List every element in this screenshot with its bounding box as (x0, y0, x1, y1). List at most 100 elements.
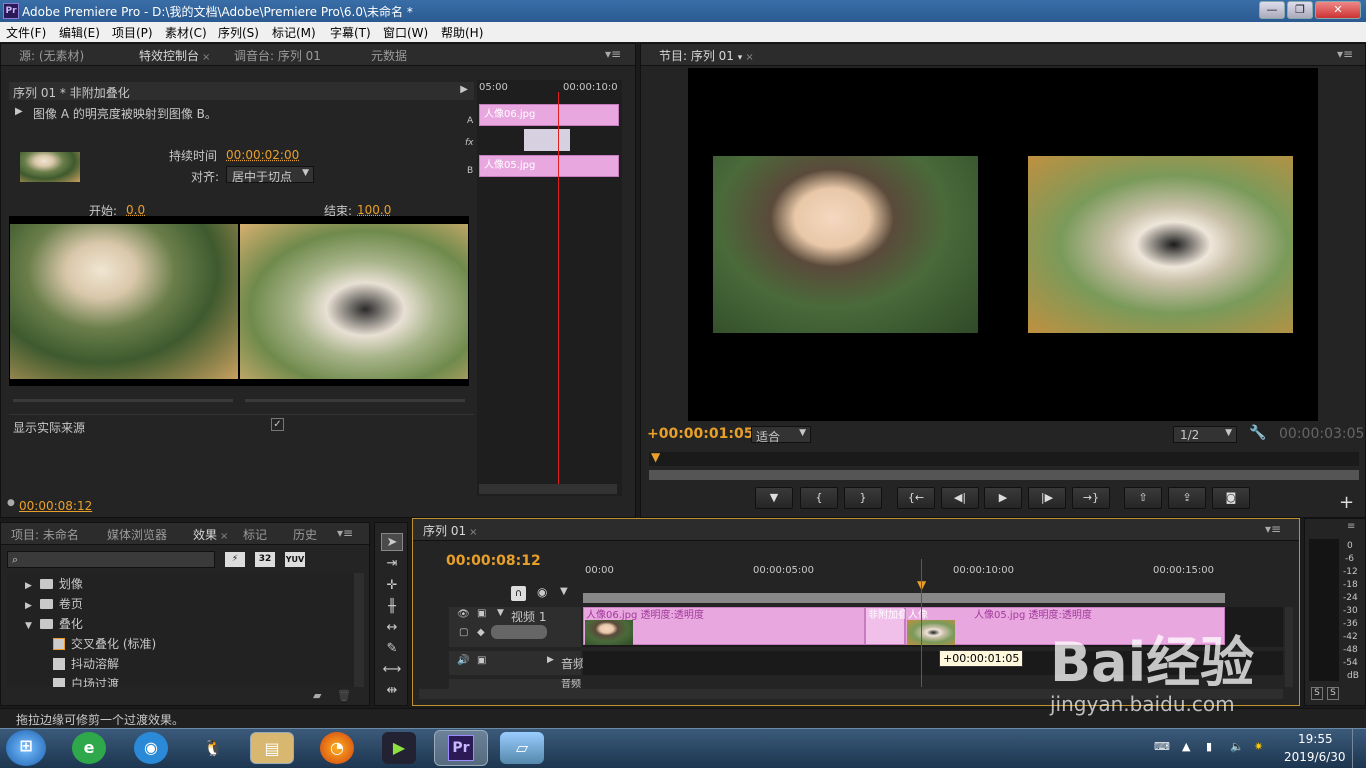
file-explorer-icon[interactable]: ▤ (250, 732, 294, 764)
start-value[interactable]: 0.0 (126, 203, 145, 217)
transition-clip[interactable]: 非附加叠化 (865, 607, 918, 645)
close-tab-icon[interactable]: × (469, 527, 477, 538)
video-app-icon[interactable]: ▶ (382, 732, 416, 764)
mark-out-button[interactable]: } (844, 487, 882, 509)
firefox-icon[interactable]: ◔ (320, 732, 354, 764)
program-ruler[interactable]: ▼ (649, 450, 1359, 466)
app-taskbar-icon[interactable]: ▱ (500, 732, 544, 764)
step-forward-button[interactable]: |▶ (1028, 487, 1066, 509)
qq-icon[interactable]: 🐧 (196, 732, 230, 764)
clock-time[interactable]: 19:55 (1298, 732, 1333, 746)
tab-metadata[interactable]: 元数据 (371, 47, 407, 64)
effect-timecode[interactable]: 00:00:08:12 (19, 499, 92, 513)
tray-chevron-icon[interactable]: ▲ (1182, 740, 1190, 753)
lift-button[interactable]: ⇧ (1124, 487, 1162, 509)
effects-scrollbar[interactable] (354, 573, 364, 687)
zoom-dropdown[interactable]: 适合 ▼ (751, 426, 811, 444)
menu-file[interactable]: 文件(F) (6, 24, 46, 41)
tab-sequence[interactable]: 序列 01 × (423, 522, 477, 539)
rate-stretch-tool-icon[interactable]: ↔ (381, 619, 403, 637)
end-value[interactable]: 100.0 (357, 203, 391, 217)
mini-scrollbar[interactable] (479, 484, 617, 494)
menu-edit[interactable]: 编辑(E) (59, 24, 100, 41)
effects-search-input[interactable]: ⌕ (7, 551, 215, 568)
volume-icon[interactable]: 🔈 (1230, 740, 1244, 753)
step-back-button[interactable]: ◀| (941, 487, 979, 509)
start-button[interactable]: ⊞ (6, 730, 46, 766)
solo-left-button[interactable]: S (1311, 687, 1323, 700)
align-dropdown[interactable]: 居中于切点 ▼ (226, 166, 314, 184)
mini-clip-b[interactable]: 人像05.jpg (479, 155, 619, 177)
expand-triangle-icon[interactable]: ▶ (15, 106, 23, 117)
start-slider[interactable] (13, 399, 233, 402)
tab-audio-mixer[interactable]: 调音台: 序列 01 (234, 47, 321, 64)
ripple-edit-tool-icon[interactable]: ✛ (381, 577, 403, 595)
display-style-icon[interactable]: ▢ (459, 627, 468, 638)
resolution-dropdown[interactable]: 1/2 ▼ (1173, 426, 1237, 443)
ie-browser-icon[interactable]: e (72, 732, 106, 764)
yuv-effects-icon[interactable]: YUV (285, 552, 305, 567)
tab-effect-controls[interactable]: 特效控制台 × (139, 47, 210, 64)
menu-window[interactable]: 窗口(W) (383, 24, 428, 41)
end-slider[interactable] (245, 399, 465, 402)
solo-right-button[interactable]: S (1327, 687, 1339, 700)
tree-item-page-peel[interactable]: ▶ 卷页 (25, 595, 83, 612)
panel-menu-icon[interactable]: ▾≡ (1265, 522, 1281, 536)
network-icon[interactable]: ✷ (1254, 740, 1263, 753)
mark-in-button[interactable]: { (800, 487, 838, 509)
export-frame-button[interactable]: ◙ (1212, 487, 1250, 509)
tree-item-dip-to-white[interactable]: 白场过渡 (53, 675, 119, 687)
close-tab-icon[interactable]: × (202, 52, 210, 63)
panel-menu-icon[interactable]: ▾≡ (605, 47, 621, 61)
tree-item-dither-dissolve[interactable]: 抖动溶解 (53, 655, 119, 672)
tab-effects[interactable]: 效果 × (193, 526, 228, 543)
close-button[interactable]: ✕ (1315, 1, 1361, 19)
close-tab-icon[interactable]: × (220, 531, 228, 542)
show-source-checkbox[interactable]: ✓ (271, 418, 284, 431)
tab-source[interactable]: 源: (无素材) (19, 47, 84, 64)
tab-media-browser[interactable]: 媒体浏览器 (107, 526, 167, 543)
timeline-timecode[interactable]: 00:00:08:12 (446, 553, 541, 569)
wrench-icon[interactable]: 🔧 (1249, 425, 1266, 441)
premiere-taskbar-button[interactable]: Pr (434, 730, 488, 766)
delete-icon[interactable]: 🗑 (337, 689, 351, 702)
menu-title[interactable]: 字幕(T) (330, 24, 371, 41)
add-marker-icon[interactable]: ▼ (560, 586, 568, 597)
timeline-playhead-line[interactable] (921, 559, 922, 687)
mini-clip-a[interactable]: 人像06.jpg (479, 104, 619, 126)
panel-menu-icon[interactable]: ▾≡ (337, 526, 353, 540)
keyframe-globe-icon[interactable]: ◉ (537, 585, 547, 599)
panel-menu-icon[interactable]: ▾≡ (1337, 47, 1353, 61)
tree-item-dissolve[interactable]: ▼ 叠化 (25, 615, 83, 632)
program-playhead-icon[interactable]: ▼ (651, 450, 660, 464)
go-to-in-button[interactable]: {← (897, 487, 935, 509)
accelerated-effects-icon[interactable]: ⚡ (225, 552, 245, 567)
selection-tool-icon[interactable]: ➤ (381, 533, 403, 551)
battery-icon[interactable]: ▮ (1206, 740, 1212, 753)
tree-item-wipe[interactable]: ▶ 划像 (25, 575, 83, 592)
minimize-button[interactable]: — (1259, 1, 1285, 19)
slide-tool-icon[interactable]: ⇹ (381, 682, 403, 700)
tab-markers[interactable]: 标记 (243, 526, 267, 543)
collapse-arrow-icon[interactable]: ▼ (497, 608, 504, 618)
keyframe-icon[interactable]: ◆ (477, 627, 485, 638)
work-area-bar[interactable] (583, 593, 1225, 603)
maximize-button[interactable]: ❐ (1287, 1, 1313, 19)
menu-sequence[interactable]: 序列(S) (218, 24, 259, 41)
mini-transition-block[interactable] (524, 129, 570, 151)
new-folder-icon[interactable]: ▰ (313, 689, 321, 702)
menu-project[interactable]: 项目(P) (112, 24, 153, 41)
mini-playhead[interactable] (558, 92, 559, 490)
tab-project[interactable]: 项目: 未命名 (11, 526, 79, 543)
menu-clip[interactable]: 素材(C) (165, 24, 207, 41)
razor-tool-icon[interactable]: ✎ (381, 640, 403, 658)
video-clip-1[interactable]: 人像06.jpg 透明度:透明度 (583, 607, 865, 645)
extract-button[interactable]: ⇪ (1168, 487, 1206, 509)
timeline-ruler[interactable]: 00:00 00:00:05:00 00:00:10:00 00:00:15:0… (583, 563, 1283, 607)
snap-icon[interactable]: ∩ (511, 586, 526, 601)
slip-tool-icon[interactable]: ⟷ (381, 661, 403, 679)
close-tab-icon[interactable]: × (745, 52, 753, 63)
play-preview-icon[interactable]: ▶ (460, 84, 468, 95)
keyboard-icon[interactable]: ⌨ (1154, 740, 1170, 753)
panel-menu-icon[interactable]: ≡ (1347, 521, 1355, 532)
